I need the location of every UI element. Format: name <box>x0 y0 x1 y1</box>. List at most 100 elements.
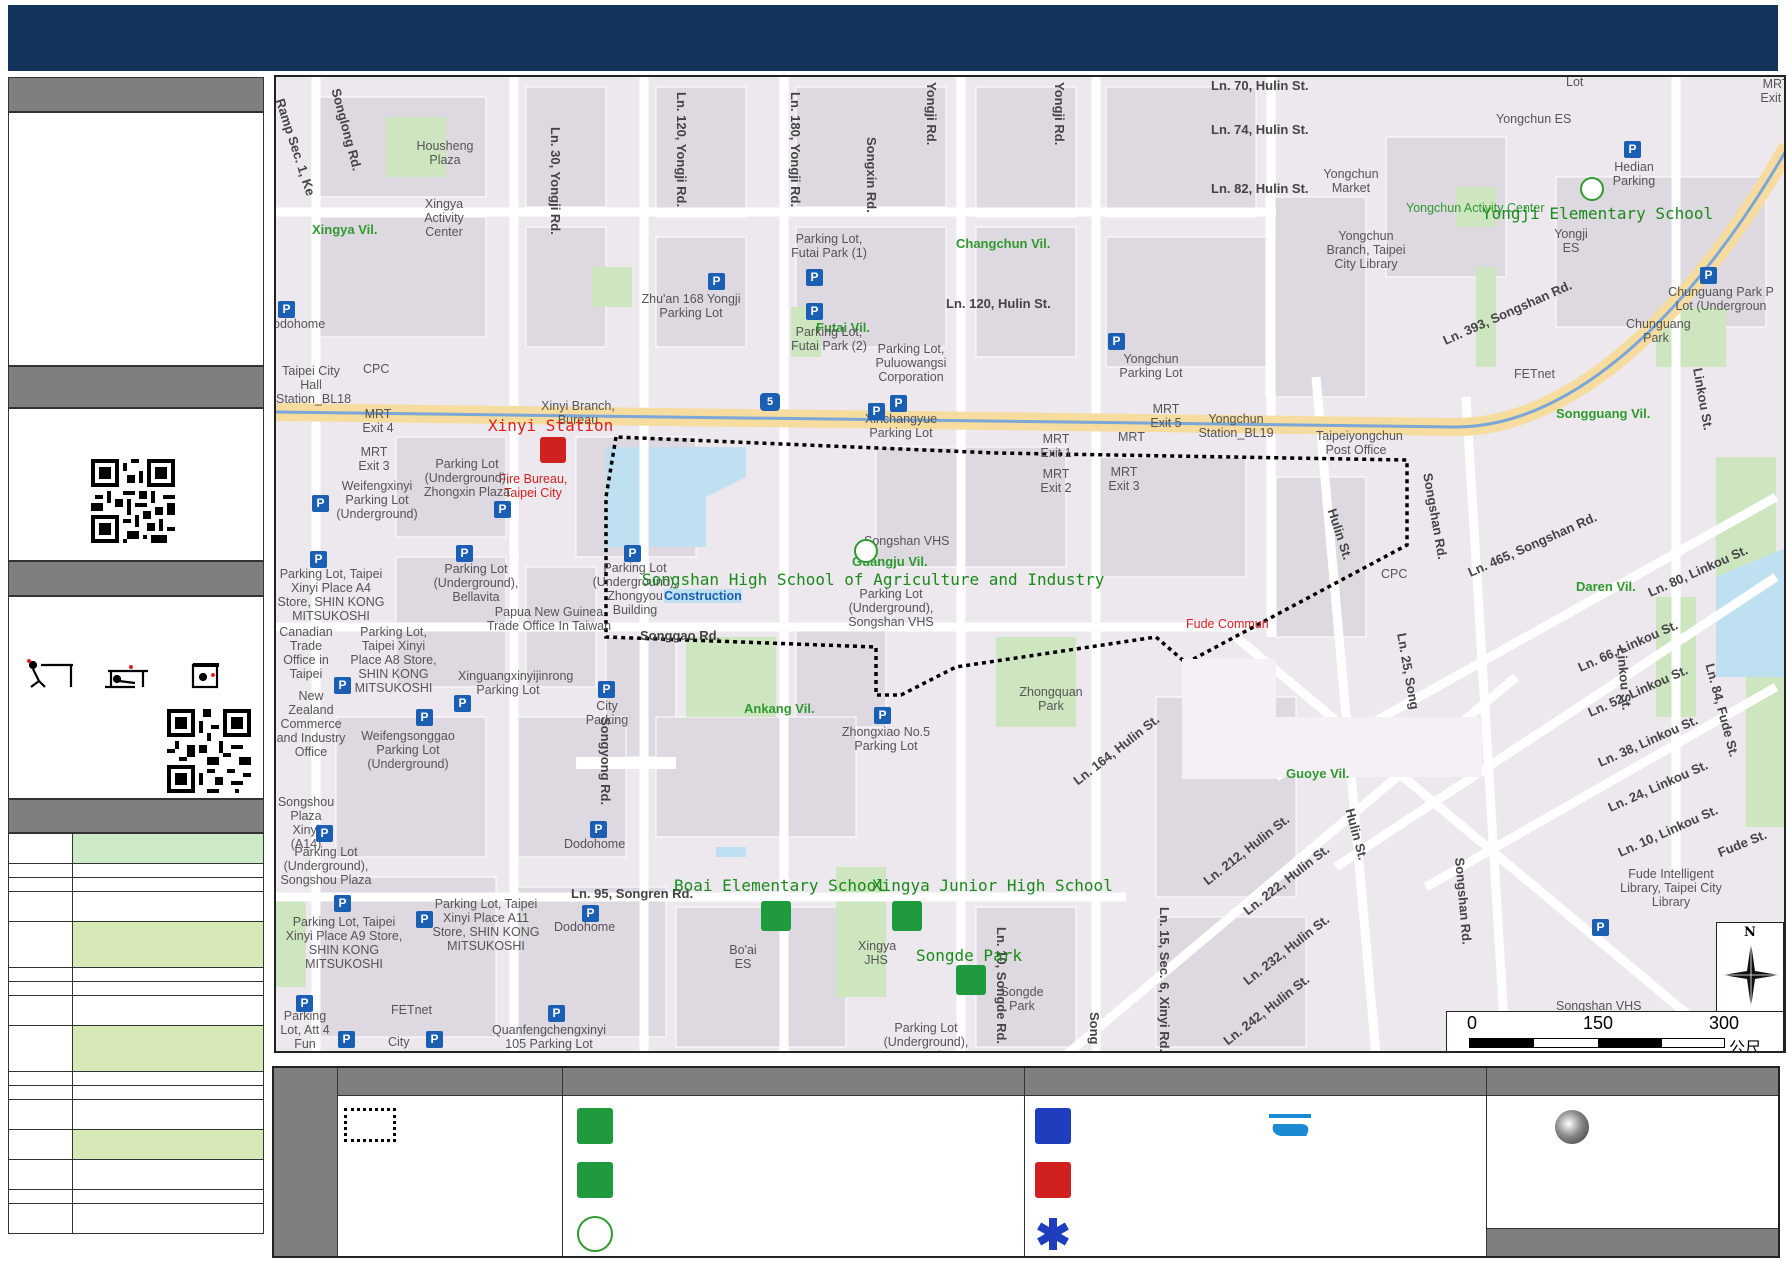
parking-icon[interactable]: P <box>1108 333 1125 350</box>
reserve-shelter-icon[interactable] <box>854 539 878 563</box>
place-label: Yongchun Station_BL19 <box>1198 412 1274 440</box>
road-label: Ln. 180, Yongji Rd. <box>788 92 803 208</box>
map-view[interactable]: Songlong Rd. Ramp Sec. 1, Ke Ln. 30, Yon… <box>274 75 1786 1053</box>
parking-icon[interactable]: P <box>598 681 615 698</box>
info-cell <box>72 1189 264 1204</box>
place-label: Lot <box>1566 75 1584 89</box>
place-label: Yongji ES <box>1554 227 1588 255</box>
parking-icon[interactable]: P <box>310 551 327 568</box>
place-label: MRT Exit 1 <box>1760 77 1784 105</box>
parking-icon[interactable]: P <box>1624 141 1641 158</box>
road-label: Ln. 120, Hulin St. <box>946 296 1051 311</box>
place-label: Housheng Plaza <box>416 139 474 167</box>
place-label: Taipei City Hall Station_BL18 <box>276 364 352 406</box>
xingya-school-label: Xingya Junior High School <box>872 876 1113 895</box>
police-icon <box>1035 1108 1071 1144</box>
boai-school-label: Boai Elementary School <box>674 876 886 895</box>
info-cell-highlight <box>72 921 264 968</box>
qr-code-graphic <box>91 459 175 543</box>
parking-icon[interactable]: P <box>890 395 907 412</box>
parking-icon[interactable]: P <box>312 495 329 512</box>
info-table <box>8 833 264 1234</box>
parking-icon[interactable]: P <box>624 545 641 562</box>
place-label: MRT Exit 2 <box>1040 467 1072 495</box>
place-label: MRT Exit 1 <box>1040 432 1072 460</box>
legend-column-heading <box>563 1068 1024 1096</box>
place-label: Construction <box>664 589 742 603</box>
park-refuge-icon[interactable] <box>956 965 986 995</box>
compass-star-icon <box>1723 943 1779 1007</box>
parking-icon[interactable]: P <box>806 303 823 320</box>
info-cell <box>8 995 73 1026</box>
place-label: Chunguang Park <box>1626 317 1691 345</box>
place-label: Bo'ai ES <box>729 943 757 971</box>
parking-icon[interactable]: P <box>1592 919 1609 936</box>
reserve-shelter-icon[interactable] <box>1580 177 1604 201</box>
parking-icon[interactable]: P <box>874 707 891 724</box>
road-label: Ln. 74, Hulin St. <box>1211 122 1309 137</box>
parking-icon[interactable]: P <box>316 825 333 842</box>
parking-icon[interactable]: P <box>590 821 607 838</box>
parking-icon[interactable]: P <box>806 269 823 286</box>
route-5-badge: 5 <box>760 393 780 411</box>
scale-tick-300: 300 <box>1709 1013 1740 1033</box>
place-label: Yongchun Market <box>1323 167 1379 195</box>
parking-icon[interactable]: P <box>416 709 433 726</box>
parking-icon[interactable]: P <box>868 403 885 420</box>
fire-station-icon[interactable] <box>540 437 566 463</box>
place-label: Weifengxinyi Parking Lot (Underground) <box>336 479 418 521</box>
village-label: Guoye Vil. <box>1286 766 1350 781</box>
village-label: Daren Vil. <box>1576 579 1636 594</box>
place-label: Chunguang Park P Lot (Undergroun <box>1668 285 1774 313</box>
place-label: New Zealand Commerce and Industry Office <box>276 689 346 759</box>
parking-icon[interactable]: P <box>334 677 351 694</box>
qr-code-2[interactable] <box>167 709 251 793</box>
panel-heading-2 <box>8 366 264 408</box>
panel-box-2 <box>8 408 264 561</box>
parking-icon[interactable]: P <box>454 695 471 712</box>
helicopter-icon <box>1265 1112 1315 1140</box>
road-label: Yongji Rd. <box>1052 82 1067 146</box>
place-label: Parking Lot, Taipei Xinyi Place A8 Store… <box>350 625 437 695</box>
info-cell <box>8 877 73 892</box>
place-label: Fude Intelligent Library, Taipei City Li… <box>1620 867 1722 909</box>
legend-column-heading <box>1487 1068 1778 1096</box>
parking-icon[interactable]: P <box>278 301 295 318</box>
place-label: FETnet <box>391 1003 432 1017</box>
parking-icon[interactable]: P <box>456 545 473 562</box>
qr-code-graphic-2 <box>167 709 251 793</box>
parking-icon[interactable]: P <box>296 995 313 1012</box>
place-label: Zhu'an 168 Yongji Parking Lot <box>641 292 741 320</box>
park-refuge-icon <box>577 1162 613 1198</box>
place-label: Weifengsonggao Parking Lot (Underground) <box>361 729 455 771</box>
info-cell <box>72 891 264 922</box>
parking-icon[interactable]: P <box>426 1031 443 1048</box>
parking-icon[interactable]: P <box>416 911 433 928</box>
parking-icon[interactable]: P <box>494 501 511 518</box>
parking-icon[interactable]: P <box>338 1031 355 1048</box>
place-label: MRT Exit 3 <box>1108 465 1140 493</box>
parking-icon[interactable]: P <box>548 1005 565 1022</box>
info-cell <box>8 1159 73 1190</box>
evacuation-shelter-icon[interactable] <box>892 901 922 931</box>
parking-icon[interactable]: P <box>708 273 725 290</box>
yongji-school-label: Yongji Elementary School <box>1482 204 1714 223</box>
village-label: Changchun Vil. <box>956 236 1051 251</box>
road-label: Songgao Rd. <box>640 628 721 643</box>
legend-column-services <box>1025 1068 1487 1256</box>
parking-icon[interactable]: P <box>334 895 351 912</box>
parking-icon[interactable]: P <box>1700 267 1717 284</box>
place-label: Parking Lot (Underground), Songde <box>883 1021 969 1051</box>
road-label: Song <box>1087 1012 1102 1045</box>
info-cell <box>8 1189 73 1204</box>
parking-icon[interactable]: P <box>582 905 599 922</box>
place-label: Canadian Trade Office in Taipei <box>279 625 333 681</box>
place-label: Yongchun Branch, Taipei City Library <box>1326 229 1406 271</box>
reserve-shelter-icon <box>577 1216 613 1252</box>
info-cell <box>72 877 264 892</box>
place-label: Parking Lot, Taipei Xinyi Place A4 Store… <box>277 567 385 623</box>
place-label: City <box>388 1035 410 1049</box>
qr-code[interactable] <box>91 459 175 543</box>
evacuation-shelter-icon[interactable] <box>761 901 791 931</box>
info-cell <box>8 863 73 878</box>
